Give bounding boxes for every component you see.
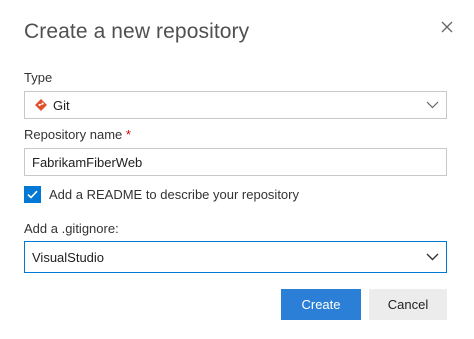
chevron-down-icon (425, 98, 439, 112)
close-button[interactable] (437, 17, 457, 37)
cancel-button[interactable]: Cancel (369, 289, 447, 320)
type-dropdown[interactable]: Git (24, 91, 447, 119)
type-dropdown-value: Git (53, 97, 70, 113)
close-icon (441, 21, 453, 33)
gitignore-label: Add a .gitignore: (24, 221, 119, 236)
readme-option[interactable]: Add a README to describe your repository (24, 186, 299, 203)
readme-checkbox[interactable] (24, 186, 41, 203)
repository-name-label: Repository name * (24, 127, 131, 142)
type-label: Type (24, 70, 53, 85)
required-marker: * (125, 127, 131, 142)
git-icon (35, 99, 47, 111)
dialog-title: Create a new repository (24, 20, 250, 43)
checkmark-icon (27, 190, 38, 199)
gitignore-dropdown[interactable]: VisualStudio (24, 241, 447, 273)
create-repository-dialog: Create a new repository Type Git Reposit… (0, 0, 474, 339)
repository-name-input[interactable]: FabrikamFiberWeb (24, 148, 447, 176)
create-button[interactable]: Create (281, 289, 361, 320)
chevron-down-icon (425, 250, 439, 264)
gitignore-dropdown-value: VisualStudio (32, 249, 105, 265)
repository-name-value: FabrikamFiberWeb (32, 154, 143, 170)
readme-checkbox-label: Add a README to describe your repository (49, 187, 299, 202)
repository-name-label-text: Repository name (24, 127, 123, 142)
